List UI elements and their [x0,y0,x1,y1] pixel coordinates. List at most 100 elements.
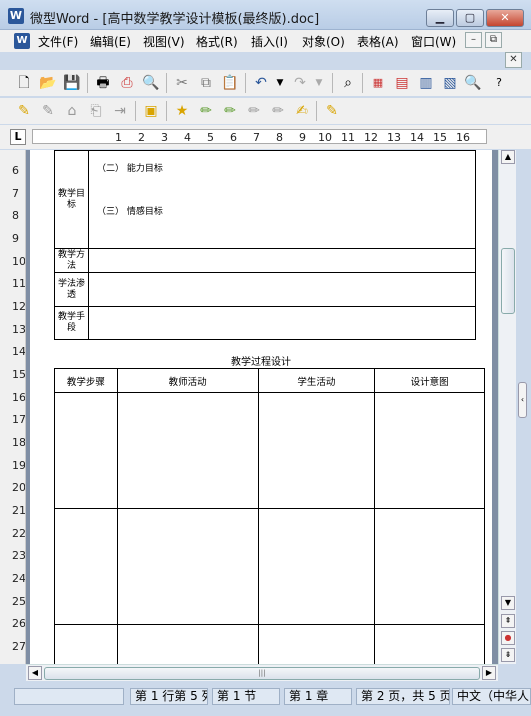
object-link-icon[interactable]: ⌂ [62,101,82,121]
table-cell[interactable] [88,306,476,340]
status-row-column: 第 1 行第 5 列 [130,688,208,705]
pencil-clear-icon[interactable]: ✏ [268,101,288,121]
table-cell[interactable] [374,392,485,509]
table-cell[interactable] [116,624,259,664]
table-cell[interactable] [54,624,118,664]
table-cell[interactable] [374,508,485,625]
horizontal-scrollbar[interactable]: ◀ ||| ▶ [26,664,498,681]
columns-icon[interactable]: ▧ [440,73,460,93]
ruler-number: 19 [12,459,26,472]
object-copy-icon[interactable]: ⎗ [86,101,106,121]
document-icon[interactable]: W [14,33,30,49]
scroll-right-icon[interactable]: ▶ [482,666,496,680]
document-page[interactable]: 教学目标 （二） 能力目标 （三） 情感目标 教学方法 学法渗透 教学手段 教学… [30,150,492,664]
pencil-remove-icon[interactable]: ✏ [244,101,264,121]
objectives-cell[interactable]: （二） 能力目标 （三） 情感目标 [88,150,476,249]
horizontal-scroll-thumb[interactable]: ||| [44,667,480,680]
open-folder-icon[interactable]: 📂 [38,73,58,93]
column-header[interactable]: 教师活动 [116,368,259,393]
object-export-icon[interactable]: ⇥ [110,101,130,121]
print-preview-icon[interactable]: 🔍 [141,73,161,93]
ruler-number: 11 [12,277,26,290]
ruler-number: 9 [12,232,19,245]
scroll-left-icon[interactable]: ◀ [28,666,42,680]
table-cell[interactable] [257,624,376,664]
table-cell[interactable] [54,508,118,625]
document-area[interactable]: 教学目标 （二） 能力目标 （三） 情感目标 教学方法 学法渗透 教学手段 教学… [26,150,498,664]
menu-window[interactable]: 窗口(W) [411,33,456,50]
copy-icon[interactable]: ⧉ [196,73,216,93]
notes-icon[interactable]: ✍ [292,101,312,121]
page-view-icon[interactable]: ▥ [416,73,436,93]
scroll-up-icon[interactable]: ▲ [501,150,515,164]
table-cell[interactable] [116,392,259,509]
object-gallery-icon[interactable]: ▣ [141,101,161,121]
table-cell[interactable] [54,392,118,509]
column-header[interactable]: 教学步骤 [54,368,118,393]
browse-object-icon[interactable]: ● [501,631,515,645]
new-document-icon[interactable]: 🗋 [14,73,34,93]
pdf-export-icon[interactable]: ⎙ [117,73,137,93]
menu-object[interactable]: 对象(O) [302,33,345,50]
table-cell-label[interactable]: 教学目标 [54,150,89,249]
teaching-process-table: 教学步骤 教师活动 学生活动 设计意图 [54,368,485,664]
menu-format[interactable]: 格式(R) [196,33,238,50]
panel-splitter-icon[interactable]: ‹ [518,382,527,418]
menu-edit[interactable]: 编辑(E) [90,33,131,50]
table-tools-icon[interactable]: ▤ [392,73,412,93]
new-object-icon[interactable]: ✎ [14,101,34,121]
close-button[interactable]: ✕ [486,9,524,27]
undo-icon[interactable]: ↶ [251,73,271,93]
section-title: 教学过程设计 [231,357,291,368]
redo-icon[interactable]: ↷ [290,73,310,93]
column-header[interactable]: 学生活动 [257,368,376,393]
ruler-number: 16 [12,391,26,404]
table-cell[interactable] [116,508,259,625]
next-page-icon[interactable]: ⇟ [501,648,515,662]
minimize-button[interactable]: ▁ [426,9,454,27]
vertical-ruler: 6 7 8 9 10 11 12 13 14 15 16 17 18 19 20… [0,150,26,664]
tab-selector-button[interactable]: L [10,129,26,145]
ruler-track[interactable]: 1 2 3 4 5 6 7 8 9 10 11 12 13 14 15 16 [32,129,487,144]
scroll-down-icon[interactable]: ▼ [501,596,515,610]
window-right-border: ‹ [516,150,531,664]
maximize-button[interactable]: ▢ [456,9,484,27]
undo-dropdown-icon[interactable]: ▼ [270,73,290,93]
star-edit-icon[interactable]: ★ [172,101,192,121]
cut-icon[interactable]: ✂ [172,73,192,93]
insert-table-icon[interactable]: ▦ [368,73,388,93]
save-icon[interactable]: 💾 [62,73,82,93]
menu-insert[interactable]: 插入(I) [251,33,288,50]
table-cell-label[interactable]: 教学手段 [54,306,89,340]
redo-dropdown-icon[interactable]: ▼ [309,73,329,93]
find-binoculars-icon[interactable]: ⌕ [338,73,358,93]
zoom-icon[interactable]: 🔍 [463,73,483,93]
table-cell-label[interactable]: 教学方法 [54,248,89,273]
vertical-scroll-thumb[interactable] [501,248,515,314]
table-cell[interactable] [374,624,485,664]
menu-table[interactable]: 表格(A) [357,33,399,50]
doc-minimize-button[interactable]: – [465,32,482,48]
table-cell[interactable] [257,508,376,625]
doc-restore-button[interactable]: ⧉ [485,32,502,48]
pencil-green-icon[interactable]: ✏ [196,101,216,121]
document-edit-icon[interactable]: ✎ [322,101,342,121]
edit-object-icon[interactable]: ✎ [38,101,58,121]
lesson-info-table: 教学目标 （二） 能力目标 （三） 情感目标 教学方法 学法渗透 教学手段 [54,150,476,340]
vertical-scrollbar[interactable]: ▲ ▼ ⇞ ● ⇟ [498,150,516,664]
doc-close-button[interactable]: ✕ [505,52,522,68]
menu-file[interactable]: 文件(F) [38,33,78,50]
previous-page-icon[interactable]: ⇞ [501,614,515,628]
pencil-add-icon[interactable]: ✏ [220,101,240,121]
paste-icon[interactable]: 📋 [220,73,240,93]
column-header[interactable]: 设计意图 [374,368,485,393]
print-icon[interactable]: 🖶 [93,73,113,93]
separator [245,73,246,93]
menu-view[interactable]: 视图(V) [143,33,185,50]
table-cell-label[interactable]: 学法渗透 [54,272,89,307]
ruler-number: 13 [12,323,26,336]
table-cell[interactable] [88,248,476,273]
table-cell[interactable] [88,272,476,307]
help-icon[interactable]: ? [489,73,509,93]
table-cell[interactable] [257,392,376,509]
